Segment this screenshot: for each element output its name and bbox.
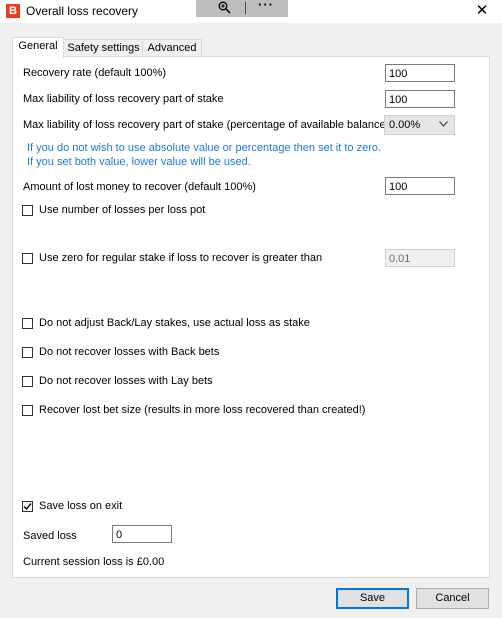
zero-regular-stake-checkbox[interactable] bbox=[22, 253, 33, 264]
cancel-button[interactable]: Cancel bbox=[416, 588, 489, 609]
losses-per-pot-label: Use number of losses per loss pot bbox=[39, 204, 206, 216]
no-adjust-checkbox[interactable] bbox=[22, 318, 33, 329]
more-options-icon[interactable]: ··· bbox=[258, 0, 274, 12]
save-on-exit-label: Save loss on exit bbox=[39, 500, 123, 512]
recovery-rate-label: Recovery rate (default 100%) bbox=[23, 67, 167, 79]
tab-advanced[interactable]: Advanced bbox=[142, 39, 202, 57]
max-liability-input[interactable]: 100 bbox=[385, 90, 455, 108]
info-note-line2: If you set both value, lower value will … bbox=[27, 156, 251, 168]
session-loss-text: Current session loss is £0.00 bbox=[23, 556, 165, 568]
chevron-down-icon bbox=[439, 116, 448, 134]
no-recover-back-label: Do not recover losses with Back bets bbox=[39, 346, 220, 358]
no-recover-back-checkbox[interactable] bbox=[22, 347, 33, 358]
max-liability-label: Max liability of loss recovery part of s… bbox=[23, 93, 224, 105]
info-note-line1: If you do not wish to use absolute value… bbox=[27, 142, 382, 154]
save-on-exit-checkbox[interactable] bbox=[22, 501, 33, 512]
window-title: Overall loss recovery bbox=[26, 4, 139, 18]
toolbar-separator bbox=[245, 2, 246, 14]
zero-regular-stake-input: 0.01 bbox=[385, 249, 455, 267]
recovery-rate-input[interactable]: 100 bbox=[385, 64, 455, 82]
tab-safety-settings[interactable]: Safety settings bbox=[62, 39, 145, 57]
tab-general[interactable]: General bbox=[12, 37, 64, 58]
close-button[interactable]: ✕ bbox=[462, 0, 502, 23]
no-recover-lay-checkbox[interactable] bbox=[22, 376, 33, 387]
zero-regular-stake-label: Use zero for regular stake if loss to re… bbox=[39, 252, 323, 264]
no-recover-lay-label: Do not recover losses with Lay bets bbox=[39, 375, 213, 387]
max-liability-percent-select[interactable]: 0.00% bbox=[384, 115, 455, 135]
amount-lost-input[interactable]: 100 bbox=[385, 177, 455, 195]
max-liability-percent-label: Max liability of loss recovery part of s… bbox=[23, 119, 390, 131]
saved-loss-input[interactable]: 0 bbox=[112, 525, 172, 543]
no-adjust-label: Do not adjust Back/Lay stakes, use actua… bbox=[39, 317, 310, 329]
losses-per-pot-checkbox[interactable] bbox=[22, 205, 33, 216]
app-logo-icon: B bbox=[6, 4, 20, 18]
overlay-toolbar: ··· bbox=[196, 0, 288, 17]
saved-loss-label: Saved loss bbox=[23, 530, 77, 542]
recover-bet-size-checkbox[interactable] bbox=[22, 405, 33, 416]
amount-lost-label: Amount of lost money to recover (default… bbox=[23, 181, 256, 193]
save-button[interactable]: Save bbox=[336, 588, 409, 609]
title-bar: B Overall loss recovery ··· ✕ bbox=[0, 0, 502, 23]
max-liability-percent-value: 0.00% bbox=[389, 119, 421, 131]
recover-bet-size-label: Recover lost bet size (results in more l… bbox=[39, 404, 366, 416]
